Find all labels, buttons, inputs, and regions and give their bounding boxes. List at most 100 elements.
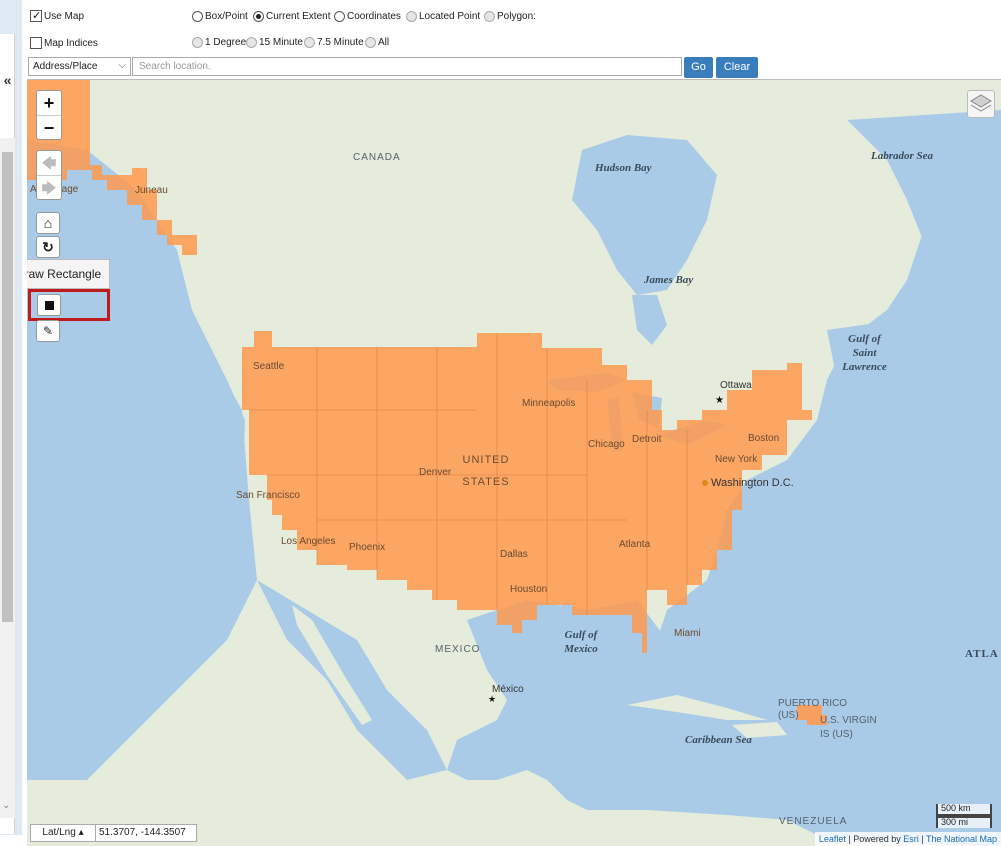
radio-polygon: Polygon: bbox=[484, 11, 536, 22]
caret-up-icon: ▴ bbox=[78, 827, 84, 838]
washington-dot bbox=[702, 480, 708, 486]
city-washington: Washington D.C. bbox=[711, 477, 794, 489]
caribbean-water bbox=[627, 720, 1001, 800]
city-miami: Miami bbox=[674, 628, 701, 639]
radio-7-5-minute-label: 7.5 Minute bbox=[317, 37, 364, 48]
clear-button[interactable]: Clear bbox=[716, 57, 758, 78]
address-type-select[interactable]: Address/Place ⌵ bbox=[28, 57, 131, 76]
label-caribbean-sea: Caribbean Sea bbox=[685, 734, 752, 746]
map-view[interactable]: ★ ★ Hudson Bay Labrador Sea James Bay Gu… bbox=[27, 79, 1001, 846]
radio-7-5-minute-input bbox=[304, 37, 315, 48]
scrollbar-thumb[interactable] bbox=[2, 152, 13, 622]
zoom-control: + − bbox=[36, 90, 62, 140]
back-arrow-icon[interactable]: 🡄 bbox=[37, 151, 61, 175]
coordinate-format-value: Lat/Lng bbox=[42, 827, 76, 838]
powered-by-text: | Powered by bbox=[848, 834, 901, 844]
address-type-value: Address/Place bbox=[33, 61, 98, 72]
radio-coordinates[interactable]: Coordinates bbox=[334, 11, 401, 22]
label-venezuela: VENEZUELA bbox=[779, 816, 848, 827]
city-seattle: Seattle bbox=[253, 361, 285, 372]
radio-15-minute-input bbox=[246, 37, 257, 48]
city-san-francisco: San Francisco bbox=[236, 490, 300, 501]
leaflet-link[interactable]: Leaflet bbox=[819, 834, 846, 844]
map-indices-checkbox[interactable] bbox=[30, 37, 42, 49]
scroll-down-icon[interactable]: ⌄ bbox=[2, 800, 10, 811]
zoom-out-button[interactable]: − bbox=[37, 115, 61, 139]
attribution-separator: | bbox=[921, 834, 924, 844]
label-gulf-of-mexico: Gulf of Mexico bbox=[564, 629, 598, 655]
use-map-label: Use Map bbox=[44, 10, 85, 22]
latlng-readout: Lat/Lng ▴ 51.3707, -144.3507 bbox=[30, 824, 197, 842]
coordinate-format-select[interactable]: Lat/Lng ▴ bbox=[30, 824, 96, 842]
radio-7-5-minute: 7.5 Minute bbox=[304, 37, 364, 48]
refresh-icon[interactable]: ↻ bbox=[36, 236, 60, 258]
zoom-in-button[interactable]: + bbox=[37, 91, 61, 115]
radio-current-extent-label: Current Extent bbox=[266, 11, 331, 22]
draw-polygon-icon[interactable]: ✎ bbox=[36, 320, 60, 342]
home-icon[interactable]: ⌂ bbox=[36, 212, 60, 234]
radio-coordinates-label: Coordinates bbox=[347, 11, 401, 22]
national-map-link[interactable]: The National Map bbox=[926, 834, 997, 844]
city-ottawa: Ottawa bbox=[720, 380, 752, 391]
radio-polygon-input bbox=[484, 11, 495, 22]
radio-box-point[interactable]: Box/Point bbox=[192, 11, 248, 22]
radio-all-label: All bbox=[378, 37, 390, 48]
radio-current-extent-input[interactable] bbox=[253, 11, 264, 22]
ottawa-star-icon: ★ bbox=[715, 395, 724, 406]
city-juneau: Juneau bbox=[135, 185, 168, 196]
search-location-input[interactable] bbox=[132, 57, 682, 76]
city-atlanta: Atlanta bbox=[619, 539, 651, 550]
city-minneapolis: Minneapolis bbox=[522, 398, 576, 409]
scale-mi: 300 mi bbox=[936, 816, 992, 828]
label-atlantic: ATLA bbox=[965, 648, 999, 660]
label-canada: CANADA bbox=[353, 152, 401, 163]
scale-bar: 500 km 300 mi bbox=[936, 804, 992, 828]
label-virgin-islands: U.S. VIRGIN IS (US) bbox=[820, 715, 877, 740]
radio-current-extent[interactable]: Current Extent bbox=[253, 11, 330, 22]
use-map-option[interactable]: Use Map bbox=[30, 9, 85, 22]
history-control: 🡄 🡆 bbox=[36, 150, 62, 200]
radio-polygon-label: Polygon: bbox=[497, 11, 536, 22]
left-panel-strip: « ▲ ⌄ bbox=[0, 0, 22, 835]
radio-1-degree-input bbox=[192, 37, 203, 48]
radio-box-point-input[interactable] bbox=[192, 11, 203, 22]
city-phoenix: Phoenix bbox=[349, 542, 386, 553]
label-mexico: MEXICO bbox=[435, 644, 481, 655]
map-indices-label: Map Indices bbox=[44, 37, 98, 49]
label-hudson-bay: Hudson Bay bbox=[595, 162, 652, 174]
radio-15-minute: 15 Minute bbox=[246, 37, 303, 48]
city-denver: Denver bbox=[419, 467, 452, 478]
map-indices-option[interactable]: Map Indices bbox=[30, 37, 98, 49]
left-panel: « ▲ ⌄ bbox=[0, 34, 15, 834]
radio-box-point-label: Box/Point bbox=[205, 11, 248, 22]
city-chicago: Chicago bbox=[588, 439, 625, 450]
label-gulf-st-lawrence: Gulf of Saint Lawrence bbox=[842, 333, 887, 373]
city-mexico: México bbox=[492, 684, 524, 695]
radio-15-minute-label: 15 Minute bbox=[259, 37, 303, 48]
go-button[interactable]: Go bbox=[684, 57, 713, 78]
draw-rectangle-icon[interactable] bbox=[37, 294, 61, 316]
collapse-panel-button[interactable]: « bbox=[0, 70, 15, 92]
label-united-states: UNITED STATES bbox=[462, 454, 510, 488]
radio-coordinates-input[interactable] bbox=[334, 11, 345, 22]
city-los-angeles: Los Angeles bbox=[281, 536, 336, 547]
radio-located-point: Located Point bbox=[406, 11, 480, 22]
forward-arrow-icon[interactable]: 🡆 bbox=[37, 175, 61, 199]
layers-glyph bbox=[970, 94, 992, 112]
radio-all-input bbox=[365, 37, 376, 48]
esri-link[interactable]: Esri bbox=[903, 834, 919, 844]
scale-km: 500 km bbox=[936, 804, 992, 816]
city-houston: Houston bbox=[510, 584, 548, 595]
label-james-bay: James Bay bbox=[644, 274, 694, 286]
radio-all: All bbox=[365, 37, 389, 48]
use-map-checkbox[interactable] bbox=[30, 9, 42, 22]
draw-rectangle-tooltip: Draw Rectangle bbox=[27, 259, 110, 289]
layers-icon[interactable] bbox=[967, 90, 995, 118]
label-labrador-sea: Labrador Sea bbox=[871, 150, 934, 162]
radio-1-degree-label: 1 Degree bbox=[205, 37, 247, 48]
map-controls-panel: Use Map Map Indices Box/Point Current Ex… bbox=[27, 0, 1001, 80]
city-dallas: Dallas bbox=[500, 549, 528, 560]
radio-1-degree: 1 Degree bbox=[192, 37, 246, 48]
city-detroit: Detroit bbox=[632, 434, 662, 445]
map-attribution: Leaflet | Powered by Esri | The National… bbox=[814, 832, 1001, 846]
